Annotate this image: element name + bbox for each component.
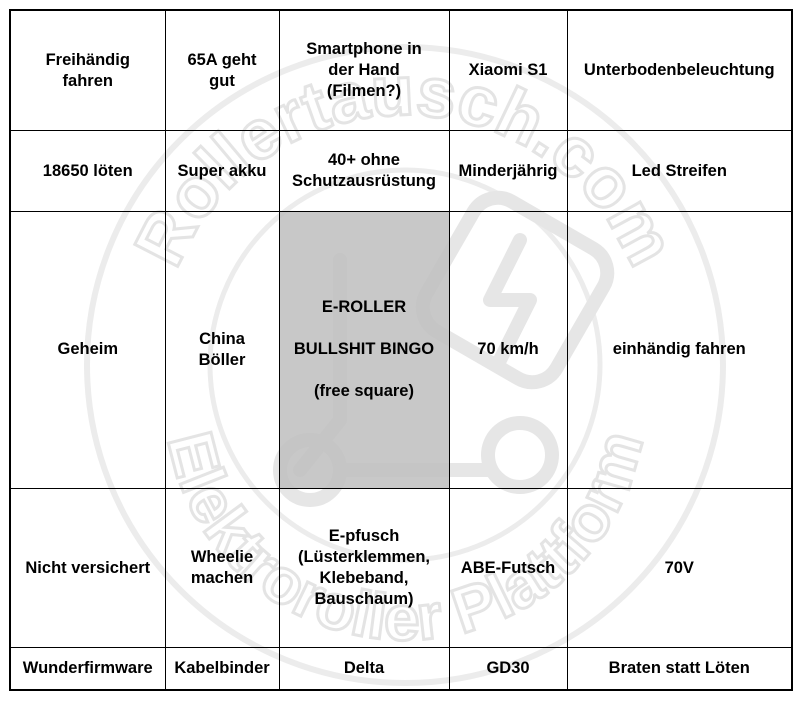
free-square-cell: E-ROLLER BULLSHIT BINGO (free square) — [278, 210, 450, 490]
bingo-cell: Freihändig fahren — [9, 9, 166, 132]
bingo-cell: Wheelie machen — [164, 488, 280, 649]
bingo-cell: Unterbodenbeleuchtung — [566, 9, 793, 132]
bingo-cell: Wunderfirmware — [9, 647, 166, 691]
bingo-cell: einhändig fahren — [566, 210, 793, 490]
bingo-cell: 70 km/h — [448, 210, 568, 490]
bingo-cell: 70V — [566, 488, 793, 649]
bingo-cell: Delta — [278, 647, 450, 691]
bingo-cell: Kabelbinder — [164, 647, 280, 691]
bingo-cell: 18650 löten — [9, 130, 166, 212]
free-square-subtitle: (free square) — [314, 382, 414, 401]
bingo-cell: GD30 — [448, 647, 568, 691]
bingo-cell: E-pfusch (Lüsterklemmen, Klebeband, Baus… — [278, 488, 450, 649]
bingo-cell: Braten statt Löten — [566, 647, 793, 691]
bingo-row: Wunderfirmware Kabelbinder Delta GD30 Br… — [9, 647, 793, 691]
bingo-cell: Smartphone in der Hand (Filmen?) — [278, 9, 450, 132]
bingo-cell: Geheim — [9, 210, 166, 490]
free-square-title-line1: E-ROLLER — [321, 298, 407, 317]
bingo-cell: Xiaomi S1 — [448, 9, 568, 132]
bingo-cell: Nicht versichert — [9, 488, 166, 649]
bingo-row: Nicht versichert Wheelie machen E-pfusch… — [9, 488, 793, 649]
bingo-row: Geheim China Böller E-ROLLER BULLSHIT BI… — [9, 210, 793, 490]
bingo-cell: Minderjährig — [448, 130, 568, 212]
bingo-row: 18650 löten Super akku 40+ ohne Schutzau… — [9, 130, 793, 212]
bingo-cell: Led Streifen — [566, 130, 793, 212]
bingo-cell: ABE-Futsch — [448, 488, 568, 649]
bingo-cell: Super akku — [164, 130, 280, 212]
bingo-row: Freihändig fahren 65A geht gut Smartphon… — [9, 9, 793, 132]
bingo-cell: 65A geht gut — [164, 9, 280, 132]
bingo-cell: China Böller — [164, 210, 280, 490]
bingo-cell: 40+ ohne Schutzausrüstung — [278, 130, 450, 212]
free-square-title-line2: BULLSHIT BINGO — [293, 340, 435, 359]
bingo-card: Freihändig fahren 65A geht gut Smartphon… — [9, 9, 793, 691]
